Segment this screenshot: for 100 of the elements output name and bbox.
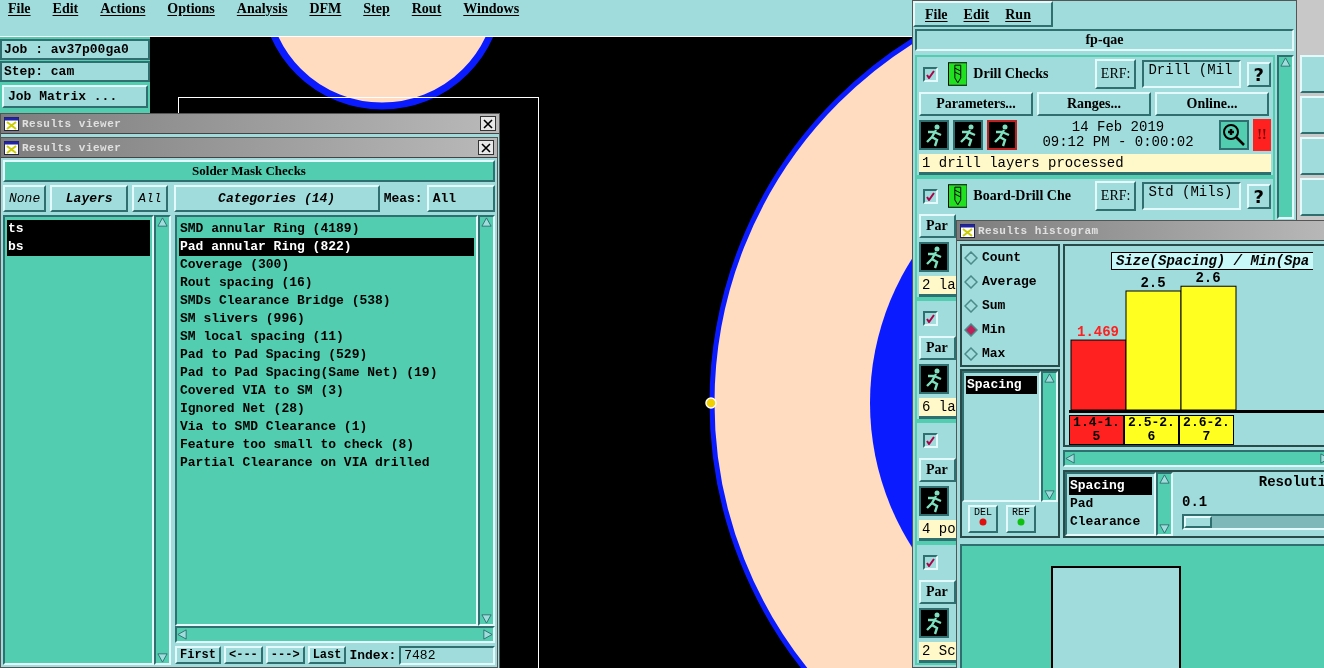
checkbox[interactable] [923, 188, 938, 204]
delete-button[interactable]: DEL [968, 505, 998, 533]
category-item[interactable]: Pad annular Ring (822) [179, 238, 474, 256]
none-button[interactable]: None [3, 185, 47, 212]
checkbox[interactable] [923, 554, 938, 570]
help-button[interactable]: ? [1246, 61, 1271, 87]
arrow-right-icon[interactable] [482, 629, 493, 640]
erf-button[interactable]: ERF: [1094, 59, 1137, 89]
check-action-button[interactable]: Par [919, 336, 956, 360]
mode-radio[interactable]: Max [964, 346, 1056, 361]
layer-item[interactable]: ts [7, 220, 150, 238]
arrow-up-icon[interactable] [157, 217, 168, 228]
running-figure-icon[interactable] [919, 486, 949, 516]
vertical-scrollbar[interactable] [1277, 55, 1294, 219]
attribute-item[interactable]: Spacing [966, 376, 1037, 394]
category-item[interactable]: Coverage (300) [179, 256, 474, 274]
close-button[interactable] [478, 140, 494, 155]
menu-item[interactable]: Edit [963, 5, 990, 23]
category-item[interactable]: SM slivers (996) [179, 310, 474, 328]
vertical-scrollbar[interactable] [1041, 371, 1058, 502]
mode-radio[interactable]: Count [964, 250, 1056, 265]
category-item[interactable]: SMD annular Ring (4189) [179, 220, 474, 238]
nav-button[interactable]: <--- [224, 646, 263, 664]
menu-item[interactable]: File [925, 5, 948, 23]
job-matrix-button[interactable]: Job Matrix ... [2, 85, 148, 108]
running-figure-icon[interactable] [919, 242, 949, 272]
menu-item[interactable]: Options [167, 0, 215, 17]
checkbox[interactable] [923, 432, 938, 448]
check-action-button[interactable]: Par [919, 458, 956, 482]
category-item[interactable]: Covered VIA to SM (3) [179, 382, 474, 400]
arrow-down-icon[interactable] [157, 652, 168, 663]
horizontal-scrollbar[interactable] [175, 626, 495, 643]
check-action-button[interactable]: Par [919, 580, 956, 604]
running-figure-icon[interactable] [953, 120, 983, 150]
menu-item[interactable]: Windows [463, 0, 520, 17]
checkbox[interactable] [923, 310, 938, 326]
erf-button[interactable]: ERF: [1094, 181, 1137, 211]
category-item[interactable]: Rout spacing (16) [179, 274, 474, 292]
histogram-bar[interactable] [1125, 290, 1182, 410]
category-item[interactable]: Pad to Pad Spacing (529) [179, 346, 474, 364]
slider-thumb[interactable] [1184, 516, 1212, 528]
refresh-button[interactable]: REF [1006, 505, 1036, 533]
vertical-scrollbar[interactable] [478, 215, 495, 626]
tool-button[interactable] [1300, 137, 1324, 175]
category-item[interactable]: Via to SMD Clearance (1) [179, 418, 474, 436]
layer-item[interactable]: bs [7, 238, 150, 256]
arrow-up-icon[interactable] [481, 217, 492, 228]
tool-button[interactable] [1300, 96, 1324, 134]
layers-button[interactable]: Layers [50, 185, 129, 212]
all-button[interactable]: All [132, 185, 168, 212]
category-item[interactable]: Pad to Pad Spacing(Same Net) (19) [179, 364, 474, 382]
resolution-slider[interactable] [1182, 514, 1324, 530]
arrow-down-icon[interactable] [1159, 523, 1170, 534]
category-item[interactable]: Feature too small to check (8) [179, 436, 474, 454]
erf-field[interactable]: Std (Mils) [1142, 182, 1241, 210]
menu-item[interactable]: Analysis [236, 0, 288, 17]
category-item[interactable]: SM local spacing (11) [179, 328, 474, 346]
tool-button[interactable] [1300, 55, 1324, 93]
nav-button[interactable]: Last [307, 646, 347, 664]
menu-item[interactable]: File [8, 0, 31, 17]
running-figure-icon[interactable] [919, 608, 949, 638]
menu-item[interactable]: Step [363, 0, 390, 17]
nav-button[interactable]: ---> [265, 646, 305, 664]
arrow-down-icon[interactable] [1044, 489, 1055, 500]
section-header-button[interactable]: Solder Mask Checks [3, 160, 495, 182]
vertical-scrollbar[interactable] [154, 215, 171, 665]
arrow-up-icon[interactable] [1044, 373, 1055, 384]
menu-item[interactable]: Edit [52, 0, 79, 17]
help-button[interactable]: ? [1246, 183, 1271, 209]
check-action-button[interactable]: Parameters... [919, 92, 1033, 116]
nav-button[interactable]: First [175, 646, 221, 664]
type-item[interactable]: Pad [1069, 495, 1152, 513]
check-action-button[interactable]: Ranges... [1037, 92, 1151, 116]
histogram-bar[interactable] [1180, 285, 1237, 410]
check-action-button[interactable]: Online... [1155, 92, 1269, 116]
horizontal-scrollbar[interactable] [1063, 450, 1324, 467]
checkbox[interactable] [923, 66, 938, 82]
mode-radio[interactable]: Sum [964, 298, 1056, 313]
check-action-button[interactable]: Par [919, 214, 956, 238]
menu-item[interactable]: DFM [309, 0, 342, 17]
index-field[interactable]: 7482 [399, 645, 495, 665]
running-figure-icon[interactable] [919, 364, 949, 394]
menu-item[interactable]: Actions [100, 0, 146, 17]
menu-item[interactable]: Rout [411, 0, 442, 17]
mode-radio[interactable]: Average [964, 274, 1056, 289]
vertical-scrollbar[interactable] [1156, 472, 1173, 536]
magnifier-icon[interactable] [1219, 120, 1249, 150]
category-item[interactable]: Ignored Net (28) [179, 400, 474, 418]
erf-field[interactable]: Drill (Mil [1142, 60, 1241, 88]
arrow-left-icon[interactable] [1065, 453, 1076, 464]
arrow-up-icon[interactable] [1159, 474, 1170, 485]
running-figure-icon[interactable] [987, 120, 1017, 150]
tool-button[interactable] [1300, 178, 1324, 216]
running-figure-icon[interactable] [919, 120, 949, 150]
mode-radio[interactable]: Min [964, 322, 1056, 337]
arrow-down-icon[interactable] [481, 613, 492, 624]
close-button[interactable] [480, 116, 496, 131]
categories-button[interactable]: Categories (14) [173, 185, 380, 212]
menu-item[interactable]: Run [1005, 5, 1031, 23]
category-item[interactable]: SMDs Clearance Bridge (538) [179, 292, 474, 310]
